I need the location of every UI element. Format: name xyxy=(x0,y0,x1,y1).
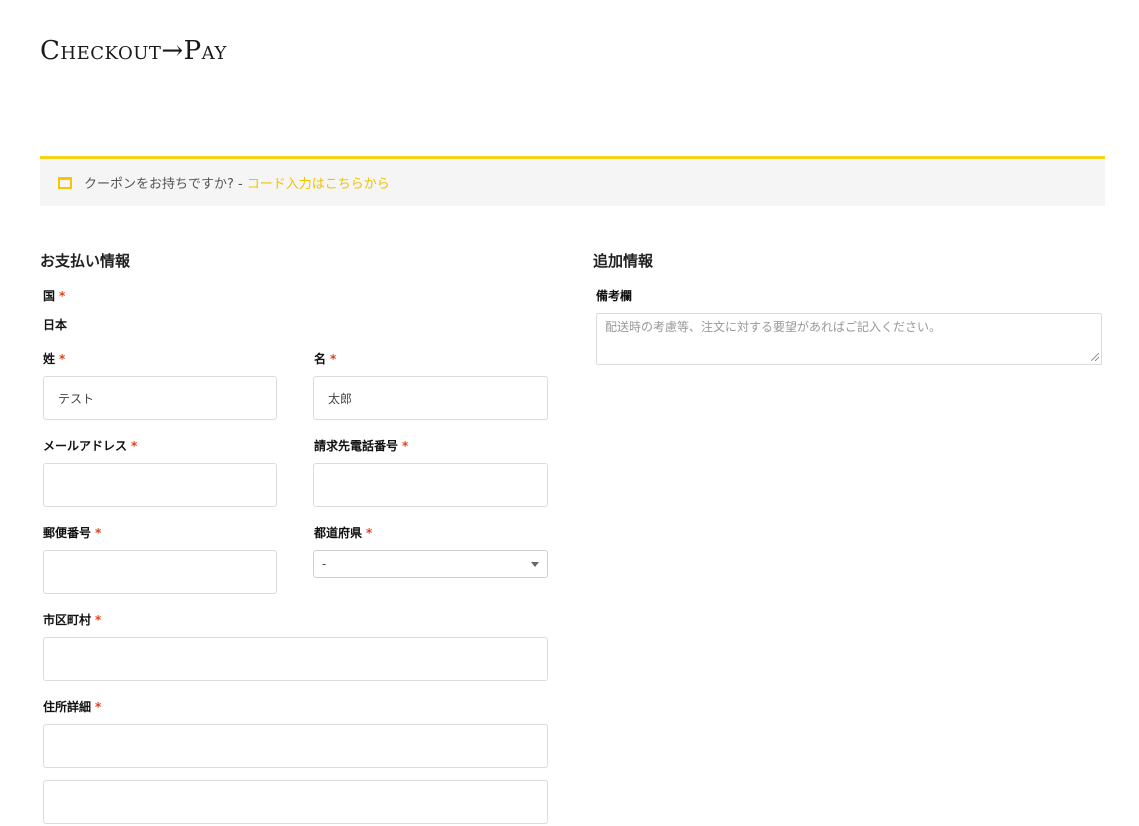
country-value: 日本 xyxy=(43,318,68,332)
city-input[interactable] xyxy=(43,637,548,681)
address-label: 住所詳細 * xyxy=(43,700,102,714)
page-title: Checkout→Pay xyxy=(40,36,227,66)
address-line2-input[interactable] xyxy=(43,780,548,824)
country-label: 国 * xyxy=(43,289,66,303)
postcode-input[interactable] xyxy=(43,550,277,594)
prefecture-label: 都道府県 * xyxy=(314,526,373,540)
coupon-icon xyxy=(58,176,72,189)
coupon-notice: クーポンをお持ちですか? - コード入力はこちらから xyxy=(40,156,1105,206)
order-notes-textarea[interactable] xyxy=(596,313,1102,365)
email-input[interactable] xyxy=(43,463,277,507)
city-label: 市区町村 * xyxy=(43,613,102,627)
coupon-notice-text: クーポンをお持ちですか? - xyxy=(84,177,243,192)
last-name-label: 姓 * xyxy=(43,352,66,366)
prefecture-selected-value: - xyxy=(322,557,327,571)
first-name-label: 名 * xyxy=(314,352,337,366)
prefecture-select[interactable]: - xyxy=(313,550,548,578)
resize-handle-icon[interactable] xyxy=(1091,353,1099,361)
phone-label: 請求先電話番号 * xyxy=(314,439,409,453)
phone-input[interactable] xyxy=(313,463,548,507)
coupon-code-link[interactable]: コード入力はこちらから xyxy=(247,173,390,192)
chevron-down-icon xyxy=(531,562,539,567)
first-name-input[interactable] xyxy=(313,376,548,420)
notes-label: 備考欄 xyxy=(596,289,633,303)
additional-info-heading: 追加情報 xyxy=(593,252,654,270)
email-label: メールアドレス * xyxy=(43,439,138,453)
last-name-input[interactable] xyxy=(43,376,277,420)
postcode-label: 郵便番号 * xyxy=(43,526,102,540)
address-line1-input[interactable] xyxy=(43,724,548,768)
billing-heading: お支払い情報 xyxy=(40,252,131,270)
